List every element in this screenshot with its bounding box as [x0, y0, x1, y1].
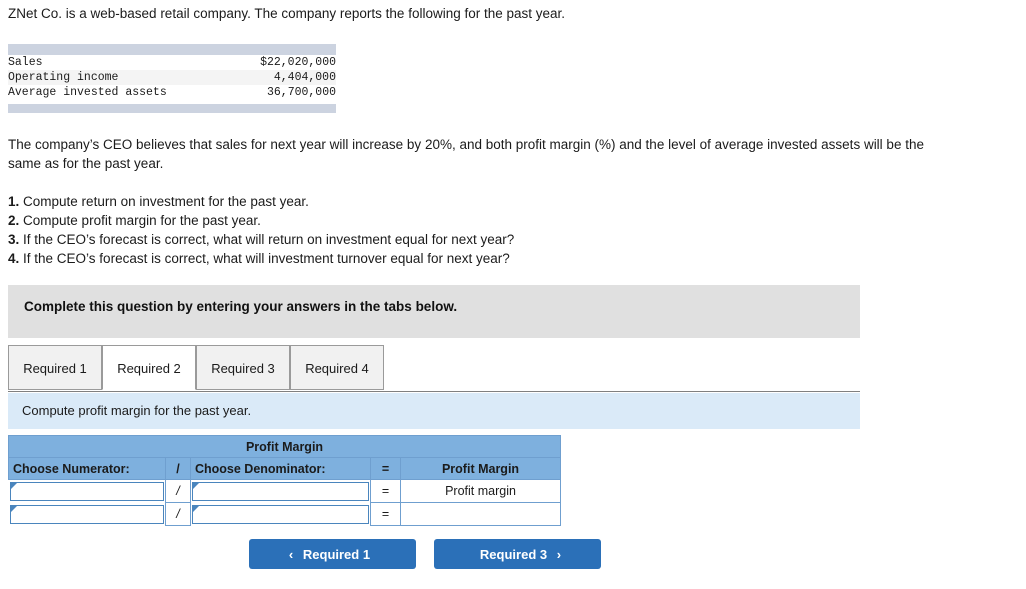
list-item-text: Compute return on investment for the pas…: [23, 194, 309, 209]
equals-1: =: [370, 479, 401, 503]
list-item-number: 1.: [8, 194, 20, 209]
denominator-input-1[interactable]: [192, 481, 369, 501]
denominator-cell-2[interactable]: [191, 503, 371, 526]
ceo-paragraph: The company’s CEO believes that sales fo…: [8, 137, 924, 171]
chevron-left-icon: ‹: [288, 546, 294, 562]
tab-required-3[interactable]: Required 3: [196, 345, 290, 390]
facts-label: Average invested assets: [8, 86, 167, 99]
list-item-number: 4.: [8, 251, 20, 266]
numerator-cell-1[interactable]: [9, 480, 166, 503]
table-row: / = Profit margin: [9, 479, 562, 503]
facts-value: 4,404,000: [273, 71, 336, 84]
list-item: 3. If the CEO’s forecast is correct, wha…: [8, 230, 908, 249]
profit-margin-table: Profit Margin Choose Numerator: / Choose…: [7, 435, 562, 526]
denominator-input-2[interactable]: [192, 504, 369, 524]
table-row: Average invested assets 36,700,000: [8, 85, 336, 100]
tab-baseline: [8, 391, 860, 392]
next-required-3-button[interactable]: Required 3 ›: [434, 539, 601, 569]
header-slash: /: [165, 457, 191, 480]
facts-label: Sales: [8, 56, 43, 69]
list-item: 4. If the CEO’s forecast is correct, wha…: [8, 249, 908, 268]
equals-2: =: [370, 502, 401, 526]
next-button-label: Required 3: [479, 546, 548, 562]
numerator-cell-2[interactable]: [9, 503, 166, 526]
numerator-input-1[interactable]: [9, 481, 164, 501]
table-row: / =: [9, 502, 562, 526]
tab-required-4[interactable]: Required 4: [290, 345, 384, 390]
prev-required-1-button[interactable]: ‹ Required 1: [249, 539, 416, 569]
slash-2: /: [165, 502, 191, 526]
slash-1: /: [165, 479, 191, 503]
chevron-right-icon: ›: [556, 546, 562, 562]
list-item-text: Compute profit margin for the past year.: [23, 213, 261, 228]
facts-value: 36,700,000: [266, 86, 336, 99]
header-choose-denominator: Choose Denominator:: [190, 457, 371, 480]
profit-margin-title-row: Profit Margin: [7, 435, 562, 458]
header-equals: =: [370, 457, 401, 480]
tab-bar: Required 1 Required 2 Required 3 Require…: [8, 345, 860, 392]
instruction-banner: Complete this question by entering your …: [8, 285, 860, 338]
facts-label: Operating income: [8, 71, 119, 84]
requirements-list: 1. Compute return on investment for the …: [8, 192, 908, 268]
header-choose-numerator: Choose Numerator:: [8, 457, 166, 480]
numerator-input-2[interactable]: [9, 504, 164, 524]
list-item-text: If the CEO’s forecast is correct, what w…: [23, 232, 515, 247]
tab-instruction-strip: Compute profit margin for the past year.: [8, 393, 860, 429]
result-2: [399, 502, 562, 526]
list-item: 2. Compute profit margin for the past ye…: [8, 211, 908, 230]
list-item-text: If the CEO’s forecast is correct, what w…: [23, 251, 510, 266]
facts-table-top-band: [8, 44, 336, 55]
denominator-cell-1[interactable]: [191, 480, 371, 503]
list-item: 1. Compute return on investment for the …: [8, 192, 908, 211]
profit-margin-title: Profit Margin: [7, 435, 562, 458]
facts-value: $22,020,000: [260, 56, 336, 69]
intro-paragraph: ZNet Co. is a web-based retail company. …: [8, 6, 566, 21]
facts-table-bottom-band: [8, 104, 336, 113]
tab-required-2[interactable]: Required 2: [102, 345, 196, 390]
header-profit-margin: Profit Margin: [399, 457, 562, 480]
tab-required-1[interactable]: Required 1: [8, 345, 102, 390]
result-1: Profit margin: [399, 479, 562, 503]
prev-button-label: Required 1: [302, 546, 371, 562]
list-item-number: 3.: [8, 232, 20, 247]
profit-margin-header-row: Choose Numerator: / Choose Denominator: …: [8, 457, 562, 480]
list-item-number: 2.: [8, 213, 20, 228]
table-row: Operating income 4,404,000: [8, 70, 336, 85]
instruction-banner-text: Complete this question by entering your …: [24, 299, 458, 314]
table-row: Sales $22,020,000: [8, 55, 336, 70]
tab-instruction-text: Compute profit margin for the past year.: [22, 403, 252, 418]
facts-table: Sales $22,020,000 Operating income 4,404…: [8, 44, 336, 113]
